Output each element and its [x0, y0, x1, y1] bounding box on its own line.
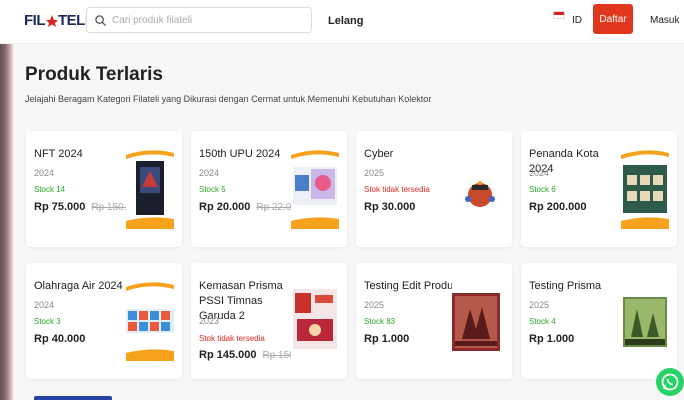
product-price: Rp 1.000: [529, 333, 575, 345]
whatsapp-chat-button[interactable]: [656, 368, 684, 396]
product-stock: Stock 5: [199, 185, 226, 194]
product-stock: Stok tidak tersedia: [199, 334, 265, 343]
product-image: [291, 147, 339, 229]
product-price-row: Rp 20.000 Rp 22.000: [199, 201, 303, 213]
whatsapp-icon: [661, 373, 679, 391]
product-stock: Stock 83: [364, 317, 396, 326]
page-subtitle: Jelajahi Beragam Kategori Filateli yang …: [25, 94, 432, 104]
product-year: 2025: [364, 168, 385, 178]
search-input[interactable]: [112, 14, 302, 26]
product-image: [456, 147, 504, 229]
logo-text-left: FIL: [24, 12, 46, 29]
product-stock: Stock 4: [529, 317, 556, 326]
logo-text-right: TELI: [58, 12, 89, 29]
product-name: Cyber: [364, 148, 394, 160]
top-navbar: FIL TELI Lelang ID Daftar Masuk: [0, 0, 684, 44]
filateli-logo[interactable]: FIL TELI: [24, 12, 89, 29]
login-link[interactable]: Masuk: [650, 15, 679, 26]
product-year: 2025: [529, 300, 550, 310]
page-title: Produk Terlaris: [25, 64, 163, 85]
product-image: [452, 279, 500, 361]
product-card[interactable]: Penanda Kota 2024 2024 Stock 6 Rp 200.00…: [521, 131, 677, 247]
product-image: [621, 279, 669, 361]
product-price: Rp 20.000: [199, 201, 251, 213]
product-name: 150th UPU 2024: [199, 148, 281, 160]
product-price: Rp 200.000: [529, 201, 587, 213]
product-year: 2024: [529, 168, 550, 178]
product-card[interactable]: Kemasan Prisma PSSI Timnas Garuda 2 2023…: [191, 263, 347, 379]
logo-star-icon: [46, 14, 58, 27]
product-stock: Stock 6: [529, 185, 556, 194]
product-year: 2025: [364, 300, 385, 310]
product-price: Rp 75.000: [34, 201, 86, 213]
product-price: Rp 30.000: [364, 201, 416, 213]
product-card[interactable]: 150th UPU 2024 2024 Stock 5 Rp 20.000 Rp …: [191, 131, 347, 247]
product-image: [621, 147, 669, 229]
page-left-edge: [0, 0, 14, 400]
product-card[interactable]: Testing Prisma 2025 Stock 4 Rp 1.000: [521, 263, 677, 379]
product-year: 2024: [34, 300, 55, 310]
product-stock: Stock 3: [34, 317, 61, 326]
nav-lelang[interactable]: Lelang: [328, 15, 363, 27]
product-price: Rp 145.000: [199, 349, 257, 361]
product-price: Rp 40.000: [34, 333, 86, 345]
search-box[interactable]: [86, 7, 312, 33]
language-selector[interactable]: ID: [572, 15, 582, 26]
product-name: NFT 2024: [34, 148, 83, 160]
product-card[interactable]: Cyber 2025 Stok tidak tersedia Rp 30.000: [356, 131, 512, 247]
indonesia-flag-icon[interactable]: [553, 11, 565, 19]
product-image: [291, 279, 339, 361]
product-year: 2024: [199, 168, 220, 178]
product-year: 2023: [199, 316, 220, 326]
product-name: Olahraga Air 2024: [34, 280, 123, 292]
product-card[interactable]: Olahraga Air 2024 2024 Stock 3 Rp 40.000: [26, 263, 182, 379]
product-image: [126, 147, 174, 229]
search-icon: [95, 14, 106, 26]
product-name: Testing Prisma: [529, 280, 602, 292]
product-image: [126, 279, 174, 361]
product-year: 2024: [34, 168, 55, 178]
product-card[interactable]: Testing Edit Produk 2025 Stock 83 Rp 1.0…: [356, 263, 512, 379]
product-stock: Stock 14: [34, 185, 66, 194]
product-card[interactable]: NFT 2024 2024 Stock 14 Rp 75.000 Rp 150.0…: [26, 131, 182, 247]
product-stock: Stok tidak tersedia: [364, 185, 430, 194]
product-price: Rp 1.000: [364, 333, 410, 345]
partial-button-bottom[interactable]: [34, 396, 112, 400]
register-button[interactable]: Daftar: [593, 4, 633, 34]
